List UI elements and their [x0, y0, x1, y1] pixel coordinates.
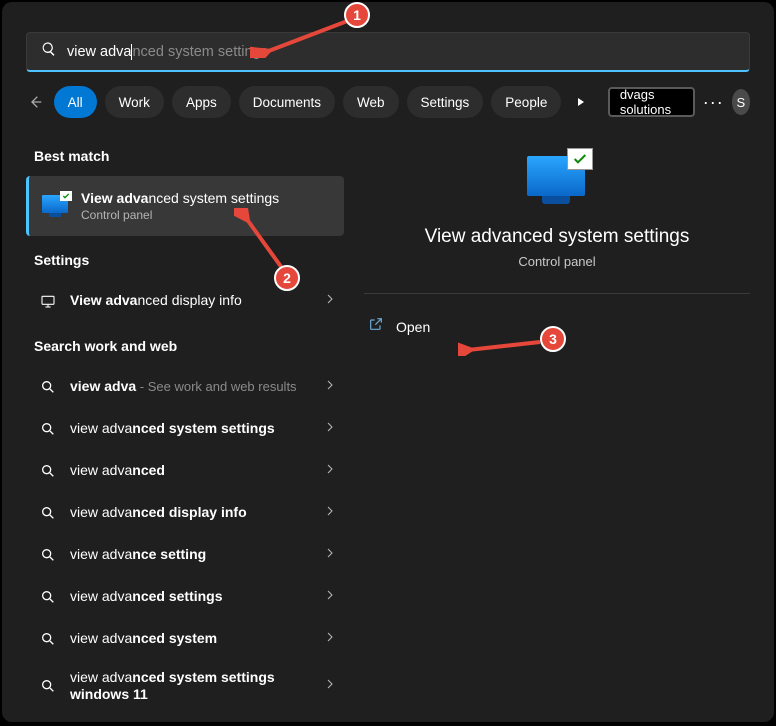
open-action[interactable]: Open [364, 308, 750, 345]
settings-result[interactable]: View advanced display info [26, 280, 344, 322]
monitor-settings-icon [41, 192, 69, 220]
search-input[interactable]: view advanced system settings [26, 32, 750, 72]
results-panel: Best match View advanced system settings… [26, 132, 344, 712]
avatar[interactable]: S [732, 89, 750, 115]
open-label: Open [396, 319, 430, 335]
tab-documents[interactable]: Documents [239, 86, 335, 118]
settings-heading: Settings [26, 236, 344, 280]
search-icon [38, 421, 58, 437]
search-typed: view adva [67, 44, 131, 60]
preview-title: View advanced system settings [425, 226, 690, 248]
callout-1: 1 [344, 2, 370, 28]
chevron-right-icon [324, 462, 336, 480]
best-match-result[interactable]: View advanced system settings Control pa… [26, 176, 344, 236]
search-icon [38, 463, 58, 479]
web-result[interactable]: view advanced display info [26, 492, 344, 534]
best-match-title: View advanced system settings [81, 190, 279, 206]
chevron-right-icon [324, 378, 336, 396]
web-result[interactable]: view advanced settings [26, 576, 344, 618]
preview-icon [527, 156, 587, 206]
best-match-heading: Best match [26, 132, 344, 176]
web-result-text: view advanced system settings [70, 420, 312, 438]
search-icon [38, 547, 58, 563]
web-result[interactable]: view adva - See work and web results [26, 366, 344, 408]
preview-subtitle: Control panel [518, 254, 595, 269]
tab-settings[interactable]: Settings [407, 86, 484, 118]
display-icon [38, 293, 58, 309]
web-result[interactable]: view advanced [26, 450, 344, 492]
web-result[interactable]: view advanced system settings windows 11 [26, 660, 344, 712]
search-ghost: nced system settings [132, 44, 267, 60]
web-result-text: view advanced settings [70, 588, 312, 606]
web-result[interactable]: view advanced system [26, 618, 344, 660]
chevron-right-icon [324, 504, 336, 522]
web-result-text: view advanced [70, 462, 312, 480]
chevron-right-icon [324, 546, 336, 564]
open-external-icon [368, 316, 384, 337]
tab-all[interactable]: All [54, 86, 97, 118]
web-result[interactable]: view advance setting [26, 534, 344, 576]
search-icon [38, 505, 58, 521]
chevron-right-icon [324, 677, 336, 695]
more-options-button[interactable]: ··· [703, 88, 724, 116]
tabs-scroll-right-button[interactable] [569, 86, 591, 118]
tab-people[interactable]: People [491, 86, 561, 118]
web-result-text: view advanced system [70, 630, 312, 648]
divider [364, 293, 750, 294]
search-text: view advanced system settings [67, 44, 268, 60]
chevron-right-icon [324, 420, 336, 438]
chevron-right-icon [324, 630, 336, 648]
extension-label[interactable]: dvags solutions [608, 87, 695, 117]
search-icon [41, 41, 57, 62]
search-icon [38, 631, 58, 647]
checkmark-icon [567, 148, 593, 170]
workweb-heading: Search work and web [26, 322, 344, 366]
tab-apps[interactable]: Apps [172, 86, 231, 118]
web-result-text: view advanced display info [70, 504, 312, 522]
tab-web[interactable]: Web [343, 86, 399, 118]
best-match-subtitle: Control panel [81, 208, 279, 222]
filter-tabs-row: AllWorkAppsDocumentsWebSettingsPeople dv… [2, 86, 774, 132]
web-result-text: view advance setting [70, 546, 312, 564]
web-result[interactable]: view advanced system settings [26, 408, 344, 450]
back-button[interactable] [26, 88, 46, 116]
chevron-right-icon [324, 292, 336, 310]
search-icon [38, 379, 58, 395]
search-icon [38, 678, 58, 694]
preview-panel: View advanced system settings Control pa… [364, 132, 750, 712]
tab-work[interactable]: Work [105, 86, 164, 118]
search-icon [38, 589, 58, 605]
web-result-text: view advanced system settings windows 11 [70, 669, 312, 703]
chevron-right-icon [324, 588, 336, 606]
settings-result-text: View advanced display info [70, 292, 312, 310]
web-result-text: view adva - See work and web results [70, 378, 312, 396]
